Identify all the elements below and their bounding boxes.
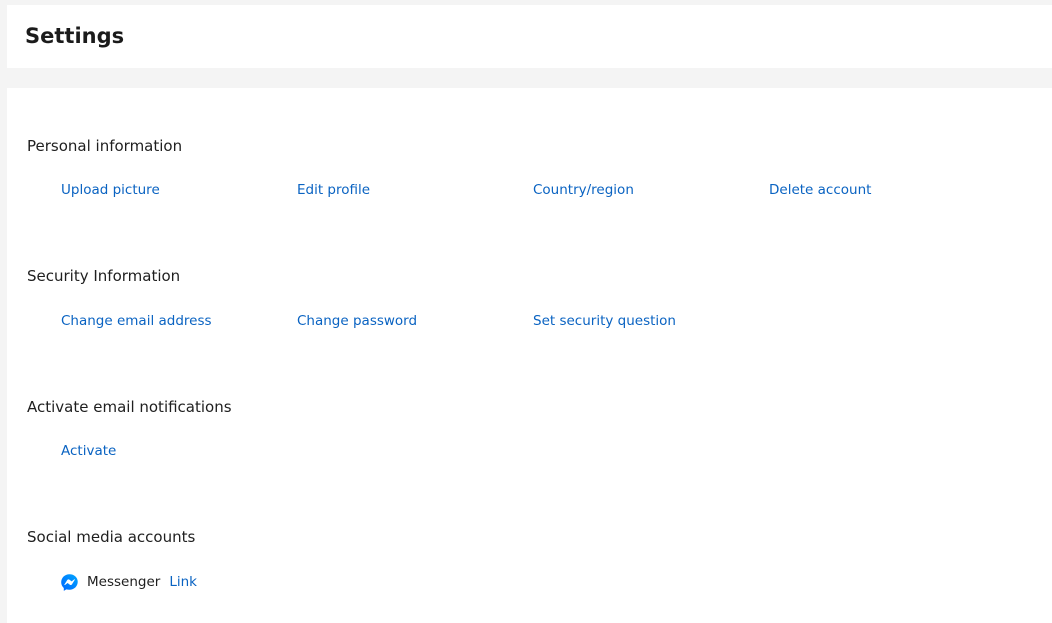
messenger-icon	[60, 573, 79, 592]
country-region-link[interactable]: Country/region	[533, 181, 634, 199]
upload-picture-link[interactable]: Upload picture	[61, 181, 160, 199]
activate-link[interactable]: Activate	[61, 442, 116, 460]
page-header: Settings	[7, 5, 1052, 68]
messenger-account-name: Messenger	[87, 574, 161, 590]
settings-panel: Personal information Upload picture Edit…	[7, 88, 1052, 623]
change-email-address-link[interactable]: Change email address	[61, 312, 212, 330]
page-title: Settings	[25, 24, 125, 48]
social-account-row: Messenger Link	[60, 571, 197, 593]
messenger-link-button[interactable]: Link	[169, 573, 197, 591]
section-title-social-media-accounts: Social media accounts	[27, 528, 196, 546]
set-security-question-link[interactable]: Set security question	[533, 312, 676, 330]
section-title-email-notifications: Activate email notifications	[27, 398, 232, 416]
section-title-security-information: Security Information	[27, 267, 181, 285]
change-password-link[interactable]: Change password	[297, 312, 417, 330]
edit-profile-link[interactable]: Edit profile	[297, 181, 370, 199]
section-title-personal-information: Personal information	[27, 137, 183, 155]
delete-account-link[interactable]: Delete account	[769, 181, 871, 199]
